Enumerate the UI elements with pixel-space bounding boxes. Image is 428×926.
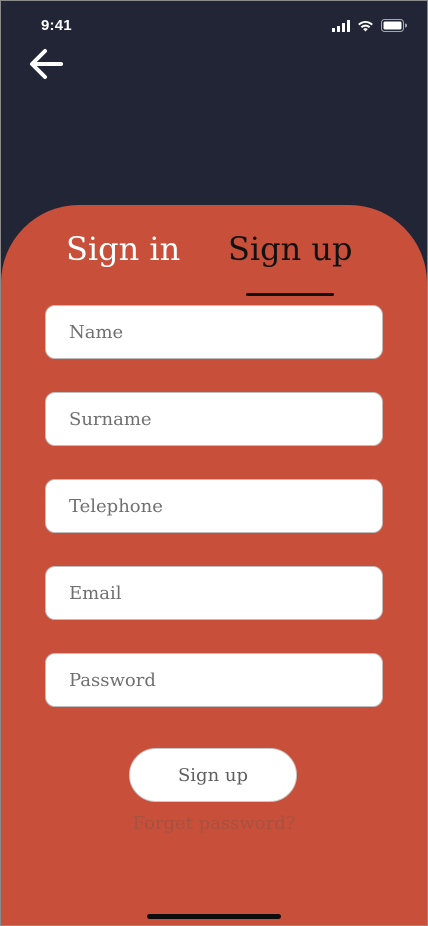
status-bar: 9:41 — [1, 1, 427, 49]
back-button[interactable] — [25, 47, 67, 85]
email-field[interactable] — [46, 567, 382, 619]
phone-screen: 9:41 Sign in Sign up Name Surname Teleph… — [0, 0, 428, 926]
auth-card: Sign in Sign up Sign up Forget password? — [1, 205, 427, 925]
sign-up-button[interactable]: Sign up — [129, 748, 297, 802]
auth-tabs: Sign in Sign up — [1, 227, 427, 296]
status-time: 9:41 — [41, 17, 72, 34]
home-indicator — [147, 914, 281, 919]
telephone-field[interactable] — [46, 480, 382, 532]
password-field-wrapper — [45, 653, 383, 707]
name-field-wrapper — [45, 305, 383, 359]
active-tab-indicator — [246, 293, 334, 296]
cellular-signal-icon — [332, 19, 350, 32]
wifi-icon — [357, 20, 374, 32]
tab-sign-up[interactable]: Sign up — [228, 227, 353, 271]
arrow-left-icon — [28, 48, 64, 84]
surname-field[interactable] — [46, 393, 382, 445]
password-field[interactable] — [46, 654, 382, 706]
name-field[interactable] — [46, 306, 382, 358]
tab-sign-in[interactable]: Sign in — [66, 227, 180, 271]
sign-up-form — [45, 305, 383, 740]
battery-icon — [381, 19, 407, 32]
status-icons — [332, 19, 407, 32]
surname-field-wrapper — [45, 392, 383, 446]
forgot-password-link[interactable]: Forget password? — [1, 813, 427, 834]
telephone-field-wrapper — [45, 479, 383, 533]
email-field-wrapper — [45, 566, 383, 620]
